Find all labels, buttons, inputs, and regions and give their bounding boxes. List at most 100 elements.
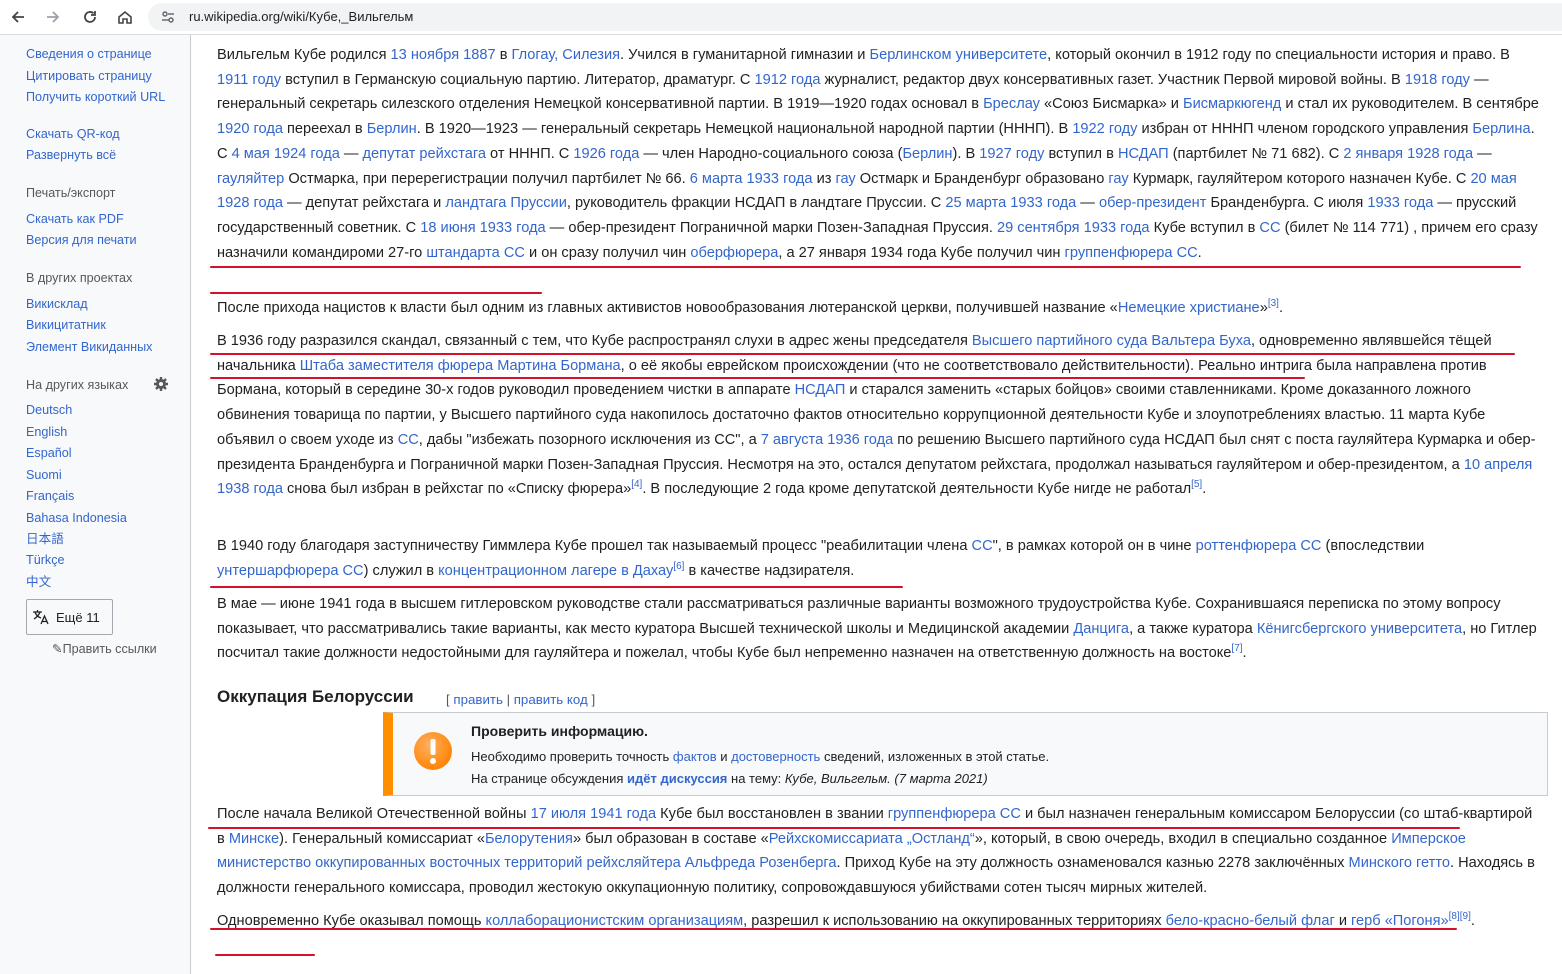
wiki-link[interactable]: Берлин <box>902 146 952 162</box>
wiki-link[interactable]: 13 ноября 1887 <box>391 47 496 63</box>
wiki-link[interactable]: достоверность <box>731 749 820 764</box>
wiki-link[interactable]: 2 января 1928 года <box>1343 146 1473 162</box>
wiki-link[interactable]: Белорутения <box>485 831 573 847</box>
reference-link[interactable]: [5] <box>1191 479 1202 490</box>
wiki-link[interactable]: НСДАП <box>795 382 846 398</box>
address-bar[interactable]: ru.wikipedia.org/wiki/Кубе,_Вильгельм <box>148 3 1562 31</box>
wiki-link[interactable]: править код <box>514 692 588 707</box>
wiki-link[interactable]: СС <box>972 538 993 554</box>
wiki-link[interactable]: гау <box>1108 171 1128 187</box>
wiki-link[interactable]: СС <box>398 432 419 448</box>
wiki-link[interactable]: ландтага Пруссии <box>445 195 567 211</box>
wiki-link[interactable]: 1926 года <box>573 146 639 162</box>
edit-links[interactable]: ✎Править ссылки <box>52 641 157 656</box>
wiki-link[interactable]: оберфюрера <box>690 245 778 261</box>
wiki-link[interactable]: Рейхскомиссариата „Остланд“ <box>769 831 975 847</box>
wiki-link[interactable]: 1927 году <box>979 146 1044 162</box>
sidebar-item-cite[interactable]: Цитировать страницу <box>26 69 176 84</box>
wiki-link[interactable]: Бреслау <box>983 96 1040 112</box>
lang-en[interactable]: English <box>26 425 176 440</box>
gear-icon[interactable] <box>153 376 169 392</box>
wiki-link[interactable]: гау <box>835 171 855 187</box>
wiki-link[interactable]: Высшего партийного суда <box>972 333 1147 349</box>
sidebar-item-page-info[interactable]: Сведения о странице <box>26 47 176 62</box>
wiki-link[interactable]: группенфюрера СС <box>888 806 1021 822</box>
sidebar-item-print[interactable]: Версия для печати <box>26 233 176 248</box>
sidebar-item-short-url[interactable]: Получить короткий URL <box>26 90 176 105</box>
home-button[interactable] <box>112 5 138 29</box>
wiki-link[interactable]: 25 марта 1933 года <box>945 195 1076 211</box>
reference-link[interactable]: [8] <box>1449 911 1460 922</box>
wiki-link[interactable]: 17 июля 1941 года <box>531 806 657 822</box>
site-settings-icon[interactable] <box>160 9 176 25</box>
wiki-link[interactable]: 1922 году <box>1072 121 1137 137</box>
wiki-link[interactable]: СС <box>1259 220 1280 236</box>
wiki-link[interactable]: НСДАП <box>1118 146 1169 162</box>
lang-ja[interactable]: 日本語 <box>26 532 176 547</box>
lang-fi[interactable]: Suomi <box>26 468 176 483</box>
wiki-link[interactable]: 1920 года <box>217 121 283 137</box>
url-text[interactable]: ru.wikipedia.org/wiki/Кубе,_Вильгельм <box>189 9 413 24</box>
wiki-link[interactable]: унтершарфюрера СС <box>217 563 364 579</box>
wiki-link[interactable]: Вальтера Буха <box>1151 333 1251 349</box>
wiki-link[interactable]: 1912 года <box>755 72 821 88</box>
back-button[interactable] <box>5 5 31 29</box>
wiki-link[interactable]: штандарта СС <box>426 245 525 261</box>
wiki-link[interactable]: 7 августа 1936 года <box>761 432 893 448</box>
wiki-link[interactable]: Мартина Бормана <box>497 358 620 374</box>
wiki-link[interactable]: 1933 года <box>1367 195 1433 211</box>
wiki-link[interactable]: коллаборационистским организациям <box>486 913 744 929</box>
sidebar-item-expand-all[interactable]: Развернуть всё <box>26 148 176 163</box>
wiki-link[interactable]: 1911 году <box>217 72 281 88</box>
wiki-link[interactable]: бело-красно-белый флаг <box>1166 913 1335 929</box>
sidebar-item-pdf[interactable]: Скачать как PDF <box>26 212 176 227</box>
wiki-link[interactable]: Берлинском университете <box>870 47 1048 63</box>
lang-zh[interactable]: 中文 <box>26 575 176 590</box>
sidebar-item-wikidata[interactable]: Элемент Викиданных <box>26 340 176 355</box>
reload-button[interactable] <box>77 5 103 29</box>
wiki-link[interactable]: Немецкие христиане <box>1118 300 1260 316</box>
sidebar-item-qr[interactable]: Скачать QR-код <box>26 127 176 142</box>
wiki-link[interactable]: герб «Погоня» <box>1351 913 1449 929</box>
reference-link[interactable]: [3] <box>1268 298 1279 309</box>
wiki-link[interactable]: группенфюрера СС <box>1065 245 1198 261</box>
wiki-link[interactable]: Альфреда Розенберга <box>685 855 837 871</box>
wiki-link[interactable]: концентрационном лагере в Дахау <box>438 563 673 579</box>
wiki-link[interactable]: Штаба заместителя фюрера <box>300 358 493 374</box>
wiki-link[interactable]: 4 мая 1924 года <box>232 146 340 162</box>
wiki-link[interactable]: Берлина <box>1472 121 1530 137</box>
wiki-link[interactable]: обер-президент <box>1099 195 1206 211</box>
reference-link[interactable]: [9] <box>1460 911 1471 922</box>
forward-button[interactable] <box>40 5 66 29</box>
lang-de[interactable]: Deutsch <box>26 403 176 418</box>
wiki-link[interactable]: гауляйтер <box>217 171 284 187</box>
reference-link[interactable]: [6] <box>673 561 684 572</box>
wiki-link[interactable]: Кёнигсбергского университета <box>1257 621 1462 637</box>
wiki-link[interactable]: править <box>453 692 503 707</box>
wiki-link[interactable]: рейхсляйтера <box>586 855 680 871</box>
text-run: . В последующие 2 года кроме депутатской… <box>642 481 1192 498</box>
wiki-link[interactable]: Данцига <box>1073 621 1129 637</box>
wiki-link[interactable]: фактов <box>673 749 717 764</box>
lang-es[interactable]: Español <box>26 446 176 461</box>
reference-link[interactable]: [7] <box>1231 644 1242 655</box>
reference-link[interactable]: [4] <box>631 479 642 490</box>
wiki-link[interactable]: 1918 году <box>1405 72 1470 88</box>
wiki-link[interactable]: 6 марта 1933 года <box>690 171 813 187</box>
wiki-link[interactable]: роттенфюрера СС <box>1196 538 1322 554</box>
wiki-link[interactable]: идёт дискуссия <box>627 771 727 786</box>
wiki-link[interactable]: Бисмаркюгенд <box>1183 96 1281 112</box>
lang-tr[interactable]: Türkçe <box>26 553 176 568</box>
lang-id[interactable]: Bahasa Indonesia <box>26 511 176 526</box>
wiki-link[interactable]: Глогау, Силезия <box>512 47 621 63</box>
wiki-link[interactable]: Берлин <box>367 121 417 137</box>
wiki-link[interactable]: 29 сентября 1933 года <box>997 220 1150 236</box>
sidebar-item-wikiquote[interactable]: Викицитатник <box>26 318 176 333</box>
more-languages-button[interactable]: Ещё 11 <box>26 599 113 635</box>
wiki-link[interactable]: 18 июня 1933 года <box>420 220 545 236</box>
wiki-link[interactable]: Минского гетто <box>1349 855 1450 871</box>
sidebar-item-commons[interactable]: Викисклад <box>26 297 176 312</box>
wiki-link[interactable]: депутат рейхстага <box>363 146 486 162</box>
lang-fr[interactable]: Français <box>26 489 176 504</box>
wiki-link[interactable]: Минске <box>229 831 279 847</box>
